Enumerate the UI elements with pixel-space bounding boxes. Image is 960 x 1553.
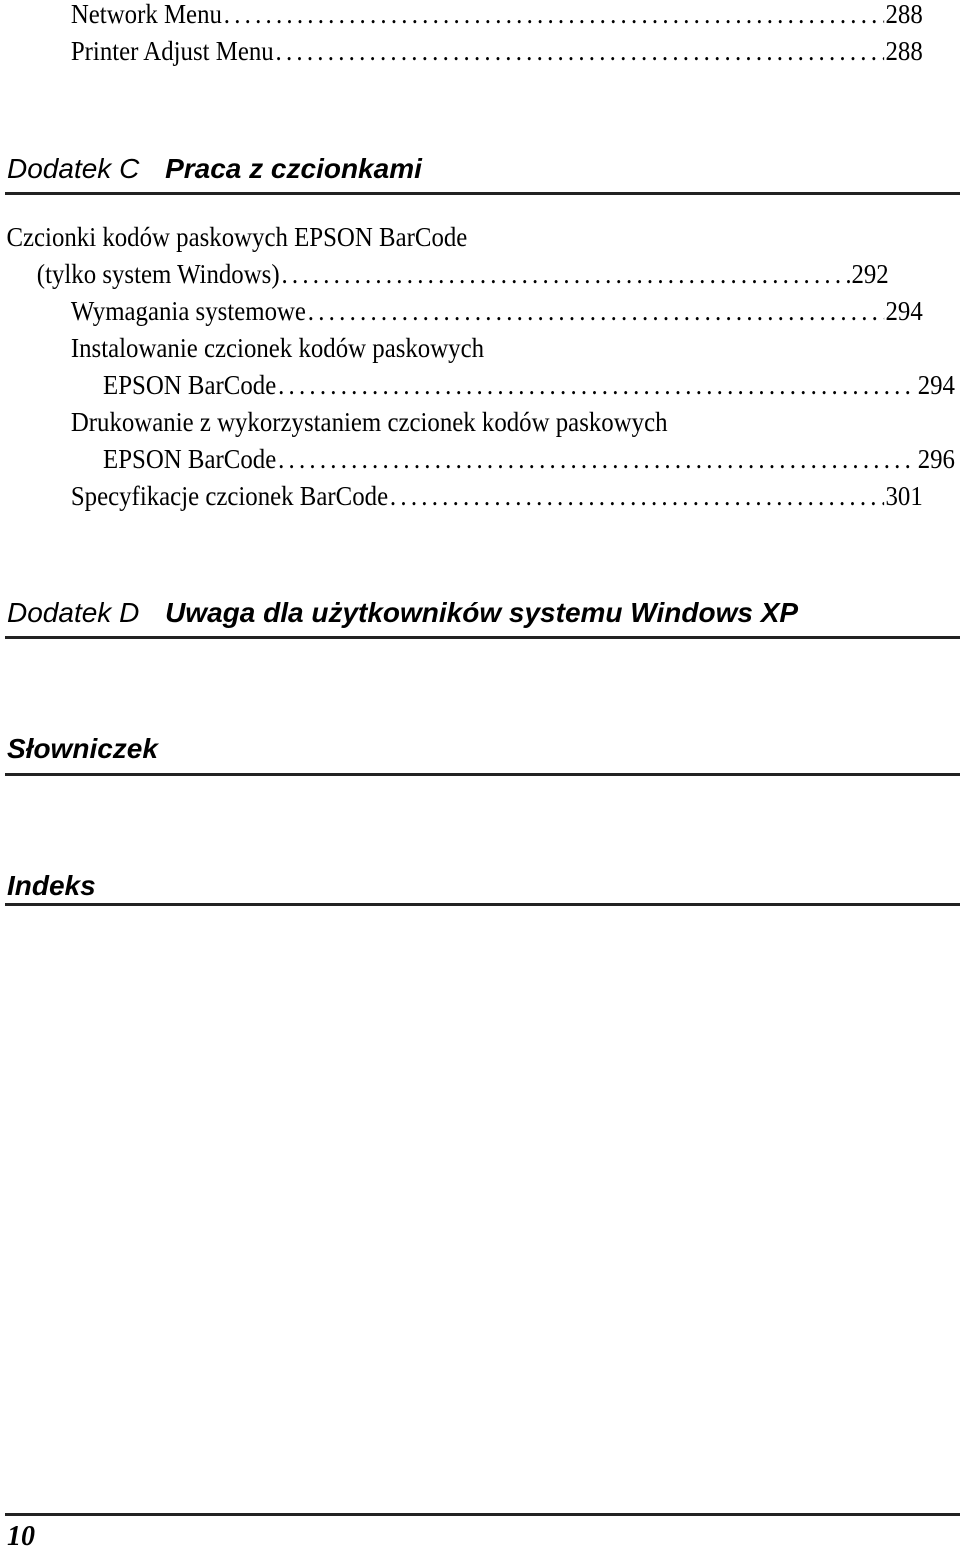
appendix-c-heading[interactable]: Dodatek C Praca z czcionkami [7, 152, 960, 186]
section-divider [5, 903, 960, 906]
toc-leader-dots: ........................................… [281, 259, 849, 289]
toc-entry-label: (tylko system Windows) [36, 259, 280, 289]
index-heading[interactable]: Indeks [7, 869, 960, 903]
toc-entry-printing-epson-barcode[interactable]: EPSON BarCode ..........................… [0, 441, 955, 477]
toc-entry-label: Wymagania systemowe [70, 296, 306, 326]
toc-entry-page: 301 [885, 481, 923, 511]
toc-entry-printer-adjust-menu[interactable]: Printer Adjust Menu ....................… [0, 33, 923, 69]
section-divider [5, 192, 960, 195]
toc-entry-page: 296 [917, 444, 955, 474]
toc-entry-windows-only[interactable]: (tylko system Windows) .................… [0, 256, 889, 292]
toc-leader-dots: ........................................… [275, 36, 884, 66]
appendix-prefix: Dodatek C [7, 153, 140, 184]
toc-entry-label: Czcionki kodów paskowych EPSON BarCode [6, 222, 468, 252]
section-divider [5, 636, 960, 639]
toc-entry-label: EPSON BarCode [103, 370, 277, 400]
toc-entry-label: Printer Adjust Menu [70, 36, 274, 66]
toc-entry-network-menu[interactable]: Network Menu ...........................… [0, 0, 923, 32]
toc-leader-dots: ........................................… [389, 481, 884, 511]
toc-leader-dots: ........................................… [307, 296, 884, 326]
footer-divider [5, 1513, 960, 1516]
toc-entry-installing-epson-barcode[interactable]: EPSON BarCode ..........................… [0, 367, 955, 403]
toc-leader-dots: ........................................… [223, 0, 884, 29]
glossary-title: Słowniczek [7, 733, 158, 764]
toc-entry-label: Specyfikacje czcionek BarCode [70, 481, 389, 511]
page-number: 10 [7, 1521, 35, 1552]
toc-leader-dots: ........................................… [278, 444, 916, 474]
toc-entry-label: EPSON BarCode [103, 444, 277, 474]
toc-entry-page: 292 [851, 259, 889, 289]
toc-entry-page: 288 [885, 0, 923, 29]
section-divider [5, 773, 960, 776]
appendix-title: Praca z czcionkami [165, 153, 422, 184]
toc-entry-page: 294 [885, 296, 923, 326]
toc-leader-dots: ........................................… [278, 370, 916, 400]
toc-entry-page: 288 [885, 36, 923, 66]
toc-entry-system-requirements[interactable]: Wymagania systemowe ....................… [0, 293, 923, 329]
index-title: Indeks [7, 870, 96, 901]
toc-entry-page: 294 [917, 370, 955, 400]
toc-entry-barcode-specs[interactable]: Specyfikacje czcionek BarCode ..........… [0, 478, 923, 514]
toc-entry-label: Network Menu [70, 0, 222, 29]
toc-entry-label: Instalowanie czcionek kodów paskowych [70, 333, 485, 363]
toc-entry-printing-fonts[interactable]: Drukowanie z wykorzystaniem czcionek kod… [0, 404, 923, 440]
glossary-heading[interactable]: Słowniczek [7, 732, 960, 766]
toc-entry-installing-fonts[interactable]: Instalowanie czcionek kodów paskowych [0, 330, 923, 366]
appendix-title: Uwaga dla użytkowników systemu Windows X… [165, 597, 799, 628]
toc-entry-barcode-fonts[interactable]: Czcionki kodów paskowych EPSON BarCode [0, 219, 858, 255]
toc-entry-label: Drukowanie z wykorzystaniem czcionek kod… [70, 407, 668, 437]
appendix-prefix: Dodatek D [7, 597, 140, 628]
appendix-d-heading[interactable]: Dodatek D Uwaga dla użytkowników systemu… [7, 596, 960, 630]
